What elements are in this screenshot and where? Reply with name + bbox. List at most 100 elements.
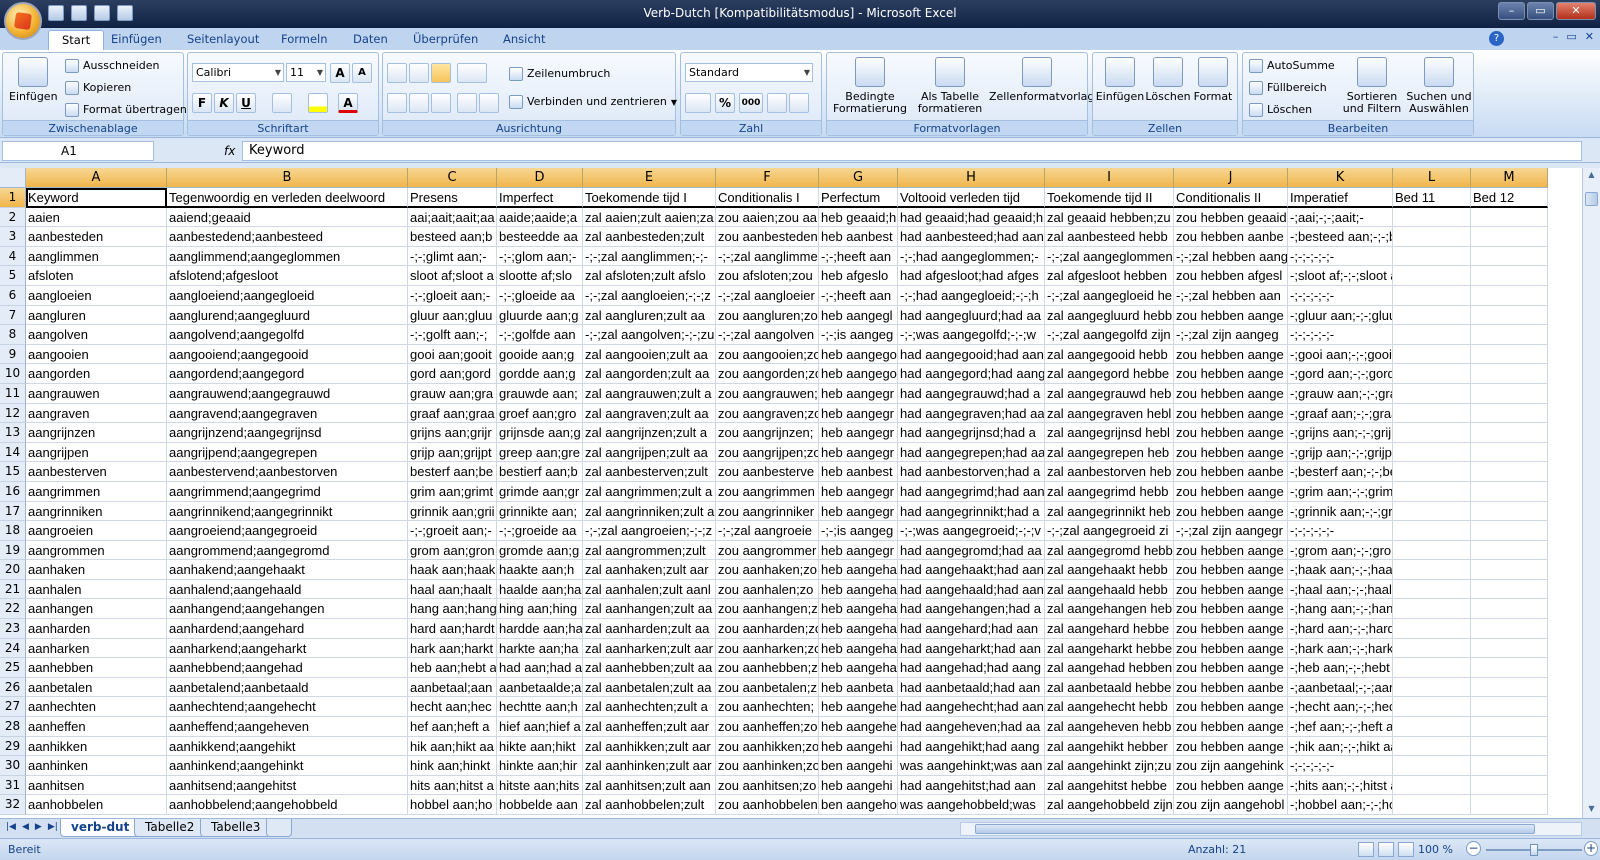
doc-minimize-button[interactable]: – — [1553, 30, 1559, 43]
row-header[interactable]: 19 — [0, 540, 26, 561]
cell-j10[interactable]: zou hebben aange — [1174, 364, 1288, 384]
cell-a29[interactable]: aanhikken — [26, 736, 167, 757]
cell-h29[interactable]: had aangehikt;had aang — [898, 736, 1045, 757]
decrease-decimal-icon[interactable] — [789, 93, 809, 113]
cell-b3[interactable]: aanbestedend;aanbesteed — [167, 227, 408, 247]
cell-g1[interactable]: Perfectum — [819, 188, 898, 208]
row-header[interactable]: 25 — [0, 658, 26, 678]
column-header-f[interactable]: F — [716, 168, 819, 188]
grow-font-button[interactable]: A — [330, 63, 350, 83]
column-header-a[interactable]: A — [26, 168, 167, 188]
cell-m14[interactable] — [1471, 442, 1548, 463]
row-header[interactable]: 7 — [0, 305, 26, 326]
cell-c5[interactable]: sloot af;sloot a — [408, 266, 497, 286]
cell-g18[interactable]: -;-;is aangeg — [819, 521, 898, 541]
cell-e14[interactable]: zal aangrijpen;zult aa — [583, 442, 716, 463]
row-header[interactable]: 4 — [0, 246, 26, 267]
cell-l30[interactable] — [1393, 756, 1471, 776]
cell-h13[interactable]: had aangegrijnsd;had a — [898, 423, 1045, 443]
cell-j6[interactable]: -;-;zal hebben aan — [1174, 285, 1288, 306]
cell-b10[interactable]: aangordend;aangegord — [167, 364, 408, 384]
cell-d25[interactable]: had aan;had a — [497, 658, 583, 678]
number-format-select[interactable]: Standard ▼ — [685, 63, 813, 82]
cell-k19[interactable]: -;grom aan;-;-;gromt aan;- — [1288, 540, 1393, 561]
cell-b5[interactable]: afslotend;afgesloot — [167, 266, 408, 286]
row-header[interactable]: 14 — [0, 442, 26, 463]
cell-c15[interactable]: besterf aan;be — [408, 462, 497, 482]
cell-i32[interactable]: zal aangehobbeld zijn — [1045, 795, 1174, 815]
formula-input[interactable]: Keyword — [242, 141, 1582, 161]
close-button[interactable]: ✕ — [1556, 2, 1596, 20]
cell-l13[interactable] — [1393, 423, 1471, 443]
cell-h4[interactable]: -;-;had aangeglommen;- — [898, 246, 1045, 267]
horizontal-scroll-thumb[interactable] — [975, 824, 1535, 834]
cell-j22[interactable]: zou hebben aange — [1174, 599, 1288, 620]
cell-d6[interactable]: -;-;gloeide aa — [497, 285, 583, 306]
row-header[interactable]: 26 — [0, 677, 26, 698]
cell-b20[interactable]: aanhakend;aangehaakt — [167, 560, 408, 580]
cell-c10[interactable]: gord aan;gord — [408, 364, 497, 384]
cell-j18[interactable]: -;-;zal zijn aangegr — [1174, 521, 1288, 541]
cell-i15[interactable]: zal aanbestorven heb — [1045, 462, 1174, 482]
cell-l1[interactable]: Bed 11 — [1393, 188, 1471, 208]
font-color-button[interactable]: A — [338, 93, 358, 113]
cell-g23[interactable]: heb aangeha — [819, 619, 898, 639]
cell-j19[interactable]: zou hebben aange — [1174, 540, 1288, 561]
cell-l10[interactable] — [1393, 364, 1471, 384]
tab-seitenlayout[interactable]: Seitenlayout — [174, 30, 272, 50]
doc-restore-button[interactable]: ▭ — [1566, 30, 1576, 43]
cell-b8[interactable]: aangolvend;aangegolfd — [167, 325, 408, 345]
horizontal-scrollbar[interactable] — [960, 822, 1582, 836]
cell-e27[interactable]: zal aanhechten;zult a — [583, 697, 716, 718]
cell-d15[interactable]: bestierf aan;b — [497, 462, 583, 482]
cell-i17[interactable]: zal aangegrinnikt heb — [1045, 501, 1174, 522]
cell-b24[interactable]: aanharkend;aangeharkt — [167, 638, 408, 659]
scroll-down-icon[interactable]: ▼ — [1585, 804, 1598, 816]
cell-m16[interactable] — [1471, 481, 1548, 502]
cell-b11[interactable]: aangrauwend;aangegrauwd — [167, 383, 408, 404]
cell-e15[interactable]: zal aanbesterven;zult — [583, 462, 716, 482]
cell-f7[interactable]: zou aangluren;zo — [716, 305, 819, 326]
tab-ueberpruefen[interactable]: Überprüfen — [400, 30, 491, 50]
vertical-scrollbar[interactable]: ▲ ▼ — [1582, 168, 1600, 818]
column-header-j[interactable]: J — [1174, 168, 1288, 188]
cell-a20[interactable]: aanhaken — [26, 560, 167, 580]
thousands-button[interactable]: 000 — [739, 93, 763, 113]
zoom-slider[interactable] — [1486, 844, 1582, 856]
cell-f14[interactable]: zou aangrijpen;zo — [716, 442, 819, 463]
column-header-g[interactable]: G — [819, 168, 898, 188]
cell-m25[interactable] — [1471, 658, 1548, 678]
cell-h6[interactable]: -;-;had aangegloeid;-;-;h — [898, 285, 1045, 306]
zoom-level[interactable]: 100 % — [1418, 843, 1453, 856]
cell-f15[interactable]: zou aanbesterve — [716, 462, 819, 482]
cell-h19[interactable]: had aangegromd;had aa — [898, 540, 1045, 561]
cell-h22[interactable]: had aangehangen;had a — [898, 599, 1045, 620]
cell-d27[interactable]: hechtte aan;h — [497, 697, 583, 718]
cell-g11[interactable]: heb aangegr — [819, 383, 898, 404]
cell-l3[interactable] — [1393, 227, 1471, 247]
cell-h26[interactable]: had aanbetaald;had aan — [898, 677, 1045, 698]
tab-daten[interactable]: Daten — [340, 30, 401, 50]
cell-i23[interactable]: zal aangehard hebbe — [1045, 619, 1174, 639]
column-header-d[interactable]: D — [497, 168, 583, 188]
cell-g19[interactable]: heb aangegr — [819, 540, 898, 561]
shrink-font-button[interactable]: A — [352, 63, 372, 83]
cell-c17[interactable]: grinnik aan;grii — [408, 501, 497, 522]
cell-h10[interactable]: had aangegord;had aang — [898, 364, 1045, 384]
find-select-button[interactable]: Suchen und Auswählen — [1405, 57, 1473, 115]
cell-j17[interactable]: zou hebben aange — [1174, 501, 1288, 522]
cell-f21[interactable]: zou aanhalen;zo — [716, 579, 819, 600]
cell-f25[interactable]: zou aanhebben;z — [716, 658, 819, 678]
fill-button[interactable]: Füllbereich — [1249, 79, 1327, 97]
cell-h27[interactable]: had aangehecht;had aan — [898, 697, 1045, 718]
cell-a30[interactable]: aanhinken — [26, 756, 167, 776]
page-layout-view-icon[interactable] — [1378, 842, 1394, 857]
row-header[interactable]: 21 — [0, 579, 26, 600]
cell-g5[interactable]: heb afgeslo — [819, 266, 898, 286]
cell-l15[interactable] — [1393, 462, 1471, 482]
cell-b15[interactable]: aanbestervend;aanbestorven — [167, 462, 408, 482]
cell-e7[interactable]: zal aangluren;zult aa — [583, 305, 716, 326]
cell-k14[interactable]: -;grijp aan;-;-;grijpt aan;- — [1288, 442, 1393, 463]
column-header-h[interactable]: H — [898, 168, 1045, 188]
cell-j8[interactable]: -;-;zal zijn aangeg — [1174, 325, 1288, 345]
